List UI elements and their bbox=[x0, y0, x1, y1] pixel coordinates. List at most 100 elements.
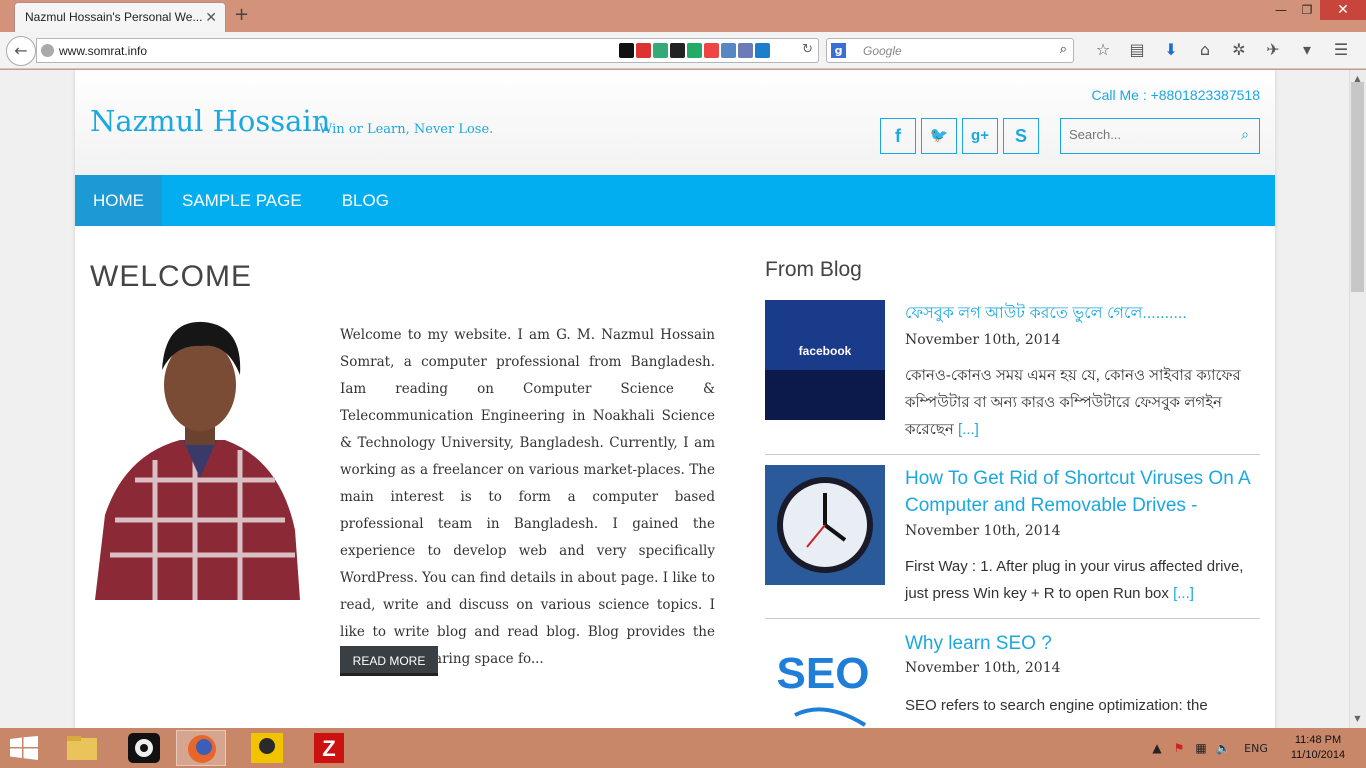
home-icon[interactable]: ⌂ bbox=[1188, 40, 1222, 59]
window-controls: — ❐ ✕ bbox=[1268, 0, 1366, 22]
addon-icon[interactable] bbox=[653, 43, 668, 58]
clock-date: 11/10/2014 bbox=[1290, 749, 1346, 761]
flag-icon[interactable] bbox=[619, 43, 634, 58]
site-title[interactable]: Nazmul Hossain bbox=[90, 104, 330, 138]
addon-icons bbox=[619, 43, 770, 58]
social-links: f 🐦 g+ S bbox=[880, 118, 1039, 154]
tray-expand-icon[interactable]: ▲ bbox=[1146, 741, 1168, 755]
post-title[interactable]: Why learn SEO ? bbox=[905, 630, 1260, 657]
post-excerpt: SEO refers to search engine optimization… bbox=[905, 697, 1208, 714]
browser-search-bar[interactable]: g Google ⌕ bbox=[826, 38, 1074, 63]
profile-photo bbox=[95, 320, 300, 600]
call-info: Call Me : +8801823387518 bbox=[1091, 87, 1260, 103]
post-date: November 10th, 2014 bbox=[905, 660, 1061, 676]
download-icon[interactable]: ⬇ bbox=[1154, 40, 1188, 59]
post-separator bbox=[765, 618, 1260, 619]
menu-item-sample-page[interactable]: SAMPLE PAGE bbox=[162, 175, 322, 226]
wordpress-icon[interactable] bbox=[721, 43, 736, 58]
back-button[interactable]: ← bbox=[6, 36, 36, 66]
windows-taskbar: Z ▲ ⚑ ▦ 🔈 ENG 11:48 PM 11/10/2014 bbox=[0, 728, 1366, 768]
post-thumbnail[interactable]: SEO bbox=[765, 630, 885, 728]
post-more-link[interactable]: [...] bbox=[958, 421, 979, 438]
language-indicator[interactable]: ENG bbox=[1234, 742, 1278, 755]
sync-icon[interactable]: ✈ bbox=[1256, 40, 1290, 59]
skype-icon[interactable]: S bbox=[1003, 118, 1039, 154]
minimize-button[interactable]: — bbox=[1268, 0, 1294, 20]
site-tagline: Win or Learn, Never Lose. bbox=[319, 122, 494, 137]
main-menu: HOME SAMPLE PAGE BLOG bbox=[75, 175, 1275, 226]
site-search-input[interactable] bbox=[1069, 127, 1219, 142]
grammarly-icon[interactable] bbox=[687, 43, 702, 58]
post-title[interactable]: How To Get Rid of Shortcut Viruses On A … bbox=[905, 465, 1260, 519]
tab-close-icon[interactable]: ✕ bbox=[205, 9, 217, 26]
post-thumbnail-label: facebook bbox=[799, 344, 852, 358]
site-header: Nazmul Hossain Win or Learn, Never Lose.… bbox=[75, 70, 1275, 175]
read-more-button[interactable]: READ MORE bbox=[340, 646, 438, 676]
volume-icon[interactable]: 🔈 bbox=[1212, 741, 1234, 755]
google-plus-icon[interactable]: g+ bbox=[962, 118, 998, 154]
clock-time: 11:48 PM bbox=[1294, 734, 1342, 746]
page-scrollbar[interactable]: ▲ ▼ bbox=[1349, 70, 1366, 728]
browser-navbar: ← www.somrat.info ↻ g Google ⌕ ☆ ▤ ⬇ ⌂ ✲… bbox=[0, 32, 1366, 69]
tab-title: Nazmul Hossain's Personal We... bbox=[25, 10, 203, 24]
post-more-link[interactable]: [...] bbox=[1173, 585, 1194, 602]
file-explorer-icon[interactable] bbox=[57, 730, 107, 766]
restore-button[interactable]: ❐ bbox=[1294, 0, 1320, 20]
post-thumbnail[interactable]: facebook bbox=[765, 300, 885, 420]
post-date: November 10th, 2014 bbox=[905, 332, 1061, 348]
close-window-button[interactable]: ✕ bbox=[1320, 0, 1366, 20]
page-viewport: Nazmul Hossain Win or Learn, Never Lose.… bbox=[0, 70, 1349, 728]
menu-icon[interactable]: ☰ bbox=[1324, 40, 1358, 59]
firefox-icon[interactable] bbox=[176, 730, 226, 766]
svg-text:Z: Z bbox=[322, 736, 335, 761]
search-icon[interactable]: ⌕ bbox=[1060, 42, 1067, 57]
lastpass-icon[interactable] bbox=[670, 43, 685, 58]
post-thumbnail-label: SEO bbox=[777, 649, 870, 698]
menu-item-blog[interactable]: BLOG bbox=[322, 175, 409, 226]
post-title[interactable]: ফেসবুক লগ আউট করতে ভুলে গেলে.......... bbox=[905, 300, 1260, 327]
network-icon[interactable]: ▦ bbox=[1190, 741, 1212, 755]
system-tray: ▲ ⚑ ▦ 🔈 ENG 11:48 PM 11/10/2014 bbox=[1146, 728, 1366, 768]
dropdown-icon[interactable]: ▾ bbox=[1290, 40, 1324, 59]
post-date: November 10th, 2014 bbox=[905, 523, 1061, 539]
site-container: Nazmul Hossain Win or Learn, Never Lose.… bbox=[75, 70, 1275, 728]
from-blog-heading: From Blog bbox=[765, 258, 862, 281]
reading-list-icon[interactable]: ▤ bbox=[1120, 40, 1154, 59]
scroll-down-icon[interactable]: ▼ bbox=[1351, 714, 1364, 723]
power-icon[interactable] bbox=[755, 43, 770, 58]
url-text: www.somrat.info bbox=[59, 44, 148, 58]
flag-icon[interactable]: ⚑ bbox=[1168, 741, 1190, 755]
clock[interactable]: 11:48 PM 11/10/2014 bbox=[1278, 733, 1358, 763]
menu-item-home[interactable]: HOME bbox=[75, 175, 162, 226]
reload-icon[interactable]: ↻ bbox=[802, 42, 813, 57]
new-tab-button[interactable]: + bbox=[234, 4, 249, 25]
scrollbar-thumb[interactable] bbox=[1351, 82, 1364, 292]
evernote-icon[interactable] bbox=[704, 43, 719, 58]
banglalion-icon[interactable] bbox=[243, 730, 293, 766]
welcome-text: Welcome to my website. I am G. M. Nazmul… bbox=[340, 327, 715, 667]
feed-icon[interactable] bbox=[636, 43, 651, 58]
bookmark-star-icon[interactable]: ☆ bbox=[1086, 40, 1120, 59]
post-excerpt: কোনও-কোনও সময় এমন হয় যে, কোনও সাইবার ক… bbox=[905, 362, 1260, 443]
windows-start-icon[interactable] bbox=[10, 736, 38, 760]
url-bar[interactable]: www.somrat.info ↻ bbox=[36, 38, 819, 63]
post-separator bbox=[765, 454, 1260, 455]
browser-tab[interactable]: Nazmul Hossain's Personal We... ✕ bbox=[14, 2, 226, 32]
site-search: ⌕ bbox=[1060, 118, 1260, 154]
google-icon[interactable]: g bbox=[831, 43, 846, 58]
media-player-icon[interactable] bbox=[119, 730, 169, 766]
globe-icon bbox=[41, 44, 54, 57]
facebook-icon[interactable]: f bbox=[880, 118, 916, 154]
php-icon[interactable] bbox=[738, 43, 753, 58]
toolbar-icons: ☆ ▤ ⬇ ⌂ ✲ ✈ ▾ ☰ bbox=[1086, 40, 1358, 59]
post-excerpt: First Way : 1. After plug in your virus … bbox=[905, 553, 1260, 607]
addon-puzzle-icon[interactable]: ✲ bbox=[1222, 40, 1256, 59]
twitter-icon[interactable]: 🐦 bbox=[921, 118, 957, 154]
post-excerpt-text: কোনও-কোনও সময় এমন হয় যে, কোনও সাইবার ক… bbox=[905, 367, 1241, 438]
browser-search-placeholder: Google bbox=[863, 44, 902, 58]
browser-titlebar: Nazmul Hossain's Personal We... ✕ + — ❐ … bbox=[0, 0, 1366, 32]
search-icon[interactable]: ⌕ bbox=[1241, 127, 1249, 143]
welcome-heading: WELCOME bbox=[90, 260, 253, 293]
filezilla-icon[interactable]: Z bbox=[305, 730, 355, 766]
post-thumbnail[interactable] bbox=[765, 465, 885, 585]
